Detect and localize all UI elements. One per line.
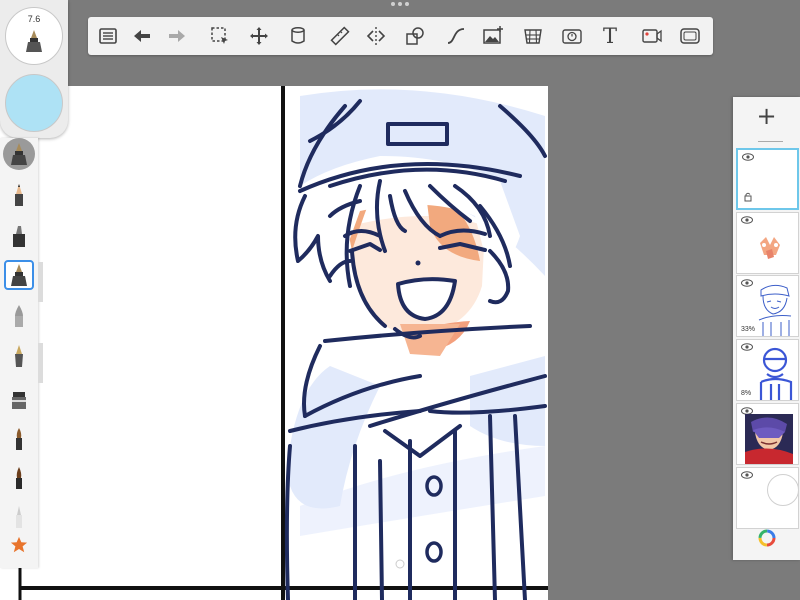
layer-empty-active[interactable] xyxy=(736,148,799,210)
active-brush-icon[interactable] xyxy=(3,138,35,170)
layer-list-scroll-edge xyxy=(758,135,783,142)
layer-thumbnail xyxy=(758,284,792,336)
perspective-icon[interactable] xyxy=(521,24,545,48)
lock-icon[interactable] xyxy=(744,192,752,202)
background-color-swatch[interactable] xyxy=(767,474,798,506)
time-lapse-icon[interactable] xyxy=(560,24,584,48)
airbrush-icon[interactable] xyxy=(4,301,34,331)
ink-pen-icon[interactable] xyxy=(4,260,34,290)
undo-icon[interactable] xyxy=(130,24,154,48)
fine-brush-icon[interactable] xyxy=(4,463,34,493)
add-layer-button[interactable]: + xyxy=(733,97,800,135)
layer-thumbnail xyxy=(760,237,780,259)
pencil-icon[interactable] xyxy=(4,180,34,210)
brush-size-control[interactable]: 7.6 xyxy=(5,7,63,65)
marker-icon[interactable] xyxy=(4,221,34,251)
import-image-icon[interactable] xyxy=(481,24,505,48)
layers-panel: + 33% 8% xyxy=(733,97,800,560)
layer-thumbnail xyxy=(759,347,793,400)
brush-size-value: 7.6 xyxy=(27,14,41,24)
brush-properties-panel: 7.6 xyxy=(0,0,68,138)
visibility-eye-icon[interactable] xyxy=(741,216,753,224)
layer-reference-image[interactable] xyxy=(736,403,799,465)
drag-handle[interactable] xyxy=(391,2,409,6)
brush-strip-tab[interactable] xyxy=(38,262,43,302)
ink-pen-icon xyxy=(26,30,42,52)
video-icon[interactable] xyxy=(640,24,664,48)
current-color-swatch[interactable] xyxy=(5,74,63,132)
layer-rough-sketch[interactable]: 8% xyxy=(736,339,799,401)
text-tool-icon[interactable]: T xyxy=(598,24,622,48)
fullscreen-icon[interactable] xyxy=(678,24,702,48)
fountain-pen-icon[interactable] xyxy=(4,341,34,371)
ruler-icon[interactable] xyxy=(328,24,352,48)
selection-icon[interactable] xyxy=(208,24,232,48)
layer-opacity-label: 33% xyxy=(741,326,756,333)
layer-thumbnail xyxy=(745,414,793,464)
visibility-eye-icon[interactable] xyxy=(742,153,754,161)
color-wheel-icon xyxy=(758,529,775,546)
favorites-star-icon[interactable] xyxy=(4,530,34,560)
transform-icon[interactable] xyxy=(247,24,271,48)
main-toolbar: T xyxy=(88,17,713,55)
symmetry-icon[interactable] xyxy=(364,24,388,48)
artwork xyxy=(18,86,548,600)
list-icon[interactable] xyxy=(96,24,120,48)
visibility-eye-icon[interactable] xyxy=(741,471,753,479)
flat-brush-icon[interactable] xyxy=(4,383,34,413)
redo-icon[interactable] xyxy=(165,24,189,48)
layer-line-sketch[interactable]: 33% xyxy=(736,275,799,337)
layer-color-blocks[interactable] xyxy=(736,212,799,274)
shapes-icon[interactable] xyxy=(403,24,427,48)
layer-opacity-label: 8% xyxy=(741,390,752,397)
eraser-brush-icon[interactable] xyxy=(4,502,34,532)
drawing-canvas[interactable] xyxy=(0,86,548,600)
brush-strip-tab[interactable] xyxy=(38,343,43,383)
brush-library xyxy=(0,138,38,568)
paint-brush-icon[interactable] xyxy=(4,424,34,454)
curve-icon[interactable] xyxy=(444,24,468,48)
color-wheel-button[interactable] xyxy=(733,515,800,560)
fill-icon[interactable] xyxy=(286,24,310,48)
